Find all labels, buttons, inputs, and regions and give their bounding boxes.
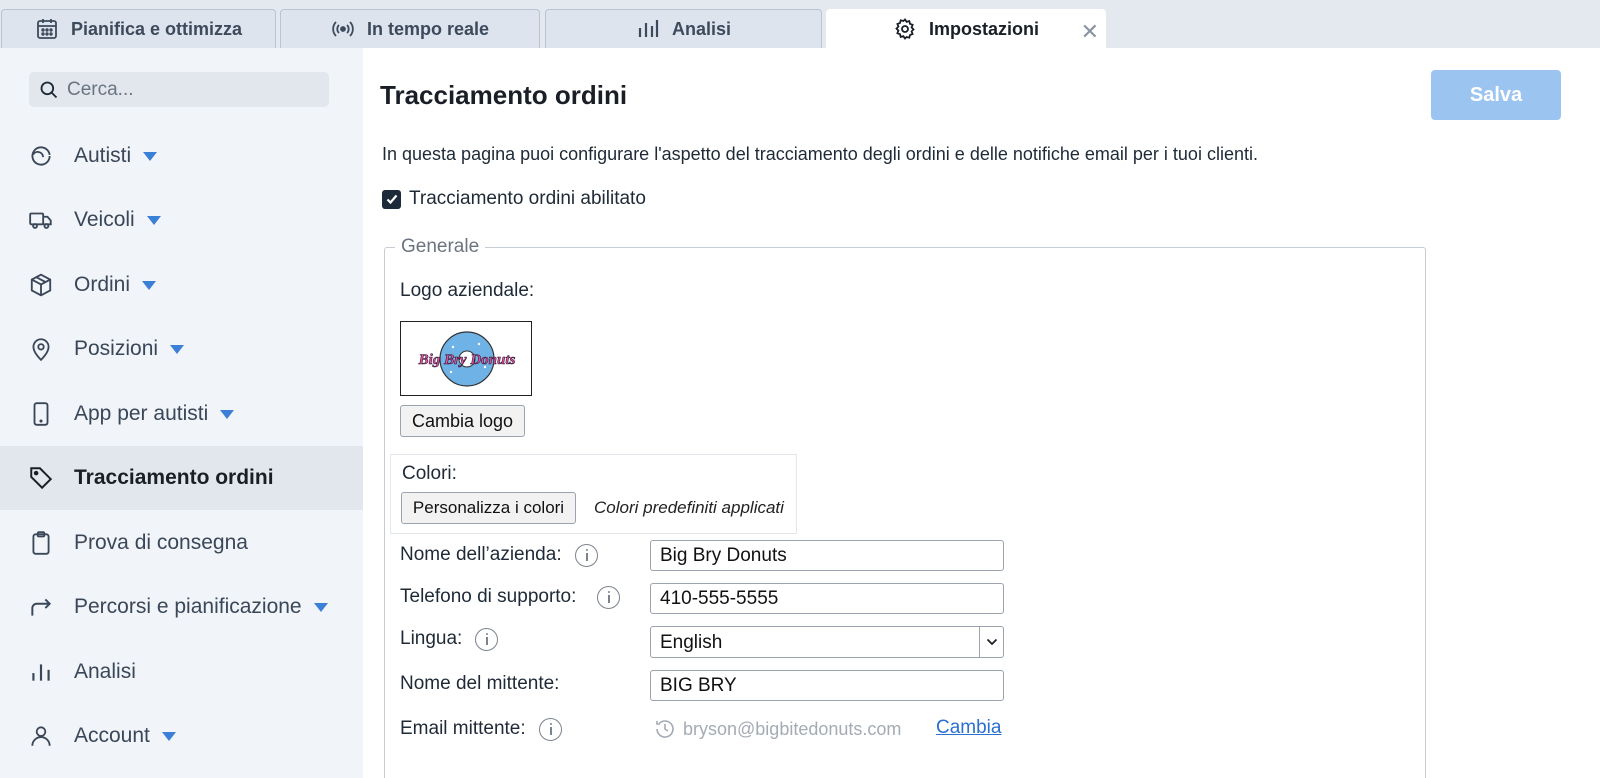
main-content: Tracciamento ordini Salva In questa pagi… — [363, 48, 1600, 778]
sidebar-item-label: Posizioni — [74, 337, 159, 360]
tab-label: In tempo reale — [366, 18, 490, 39]
tracking-enabled-label: Tracciamento ordini abilitato — [409, 188, 646, 209]
sidebar: Autisti Veicoli Ordini Posizioni App per… — [0, 48, 363, 778]
sidebar-item-vehicles[interactable]: Veicoli — [0, 188, 363, 252]
donut-logo-image: Big Bry Donuts — [417, 331, 516, 387]
caret-down-icon — [146, 215, 161, 225]
colors-note: Colori predefiniti applicati — [594, 498, 784, 517]
caret-down-icon — [161, 731, 176, 741]
sender-email-text: bryson@bigbitedonuts.com — [683, 718, 902, 739]
tab-label: Pianifica e ottimizza — [70, 18, 243, 39]
gear-icon — [895, 18, 915, 40]
caret-down-icon — [313, 602, 328, 612]
clock-icon — [656, 720, 674, 738]
intro-text: In questa pagina puoi configurare l'aspe… — [382, 144, 1258, 164]
search-icon — [40, 81, 58, 98]
search-box — [29, 72, 329, 107]
logo-label: Logo aziendale: — [400, 280, 535, 301]
broadcast-icon — [332, 21, 354, 37]
colors-label: Colori: — [402, 463, 457, 484]
sidebar-item-label: Prova di consegna — [74, 531, 248, 554]
support-phone-label: Telefono di supporto: — [400, 586, 577, 607]
info-icon[interactable] — [575, 544, 598, 567]
customize-colors-button[interactable]: Personalizza i colori — [401, 492, 576, 524]
info-icon[interactable] — [539, 718, 562, 741]
steering-wheel-icon — [31, 146, 51, 166]
sidebar-item-label: Autisti — [74, 144, 132, 167]
tab-plan-optimize[interactable]: Pianifica e ottimizza — [1, 9, 276, 48]
tab-realtime[interactable]: In tempo reale — [280, 9, 540, 48]
sidebar-item-proof-of-delivery[interactable]: Prova di consegna — [0, 511, 363, 575]
bar-chart-icon — [32, 664, 50, 681]
company-name-label: Nome dell’azienda: — [400, 544, 562, 565]
sidebar-item-label: Percorsi e pianificazione — [74, 595, 302, 618]
sidebar-item-order-tracking[interactable]: Tracciamento ordini — [0, 446, 363, 510]
tab-bar: Pianifica e ottimizza In tempo reale Ana… — [0, 0, 1600, 48]
sender-name-label: Nome del mittente: — [400, 673, 560, 694]
tab-label: Impostazioni — [928, 18, 1039, 39]
truck-icon — [29, 212, 52, 229]
sidebar-item-orders[interactable]: Ordini — [0, 253, 363, 317]
close-icon[interactable]: ✕ — [1081, 19, 1099, 45]
map-pin-icon — [32, 338, 50, 362]
user-icon — [31, 726, 51, 746]
sidebar-item-analytics[interactable]: Analisi — [0, 640, 363, 704]
sidebar-item-label: Ordini — [74, 273, 131, 296]
tag-icon — [30, 467, 53, 490]
support-phone-input[interactable] — [650, 583, 1004, 614]
caret-down-icon — [170, 344, 185, 354]
tab-label: Analisi — [671, 18, 732, 39]
logo-text: Big Bry Donuts — [418, 352, 516, 368]
clipboard-icon — [32, 531, 50, 555]
tab-analytics[interactable]: Analisi — [545, 9, 822, 48]
sender-email-value: bryson@bigbitedonuts.com — [653, 717, 901, 741]
sidebar-item-locations[interactable]: Posizioni — [0, 317, 363, 381]
tracking-enabled-toggle[interactable]: Tracciamento ordini abilitato — [382, 188, 646, 210]
change-logo-button[interactable]: Cambia logo — [400, 405, 525, 437]
company-logo: Big Bry Donuts — [400, 321, 532, 396]
language-label: Lingua: — [400, 628, 463, 649]
save-button[interactable]: Salva — [1431, 70, 1561, 120]
bar-chart-icon — [638, 20, 659, 37]
page-title: Tracciamento ordini — [380, 80, 628, 110]
route-arrow-icon — [31, 598, 52, 616]
checkmark-icon — [386, 194, 397, 205]
tab-settings[interactable]: Impostazioni ✕ — [826, 9, 1106, 48]
sidebar-item-label: Tracciamento ordini — [74, 466, 274, 489]
company-name-input[interactable] — [650, 540, 1004, 571]
sender-email-label: Email mittente: — [400, 718, 526, 739]
box-icon — [30, 273, 52, 297]
sidebar-item-routes-planning[interactable]: Percorsi e pianificazione — [0, 575, 363, 639]
caret-down-icon — [220, 409, 235, 419]
search-input[interactable] — [67, 78, 307, 101]
chevron-down-icon[interactable] — [979, 627, 1003, 657]
language-selected-value: English — [660, 632, 723, 653]
caret-down-icon — [142, 280, 157, 290]
sidebar-item-account[interactable]: Account — [0, 704, 363, 768]
phone-icon — [33, 402, 49, 426]
sidebar-item-label: Account — [74, 724, 150, 747]
caret-down-icon — [143, 151, 158, 161]
calendar-icon — [37, 19, 57, 39]
sidebar-item-label: Analisi — [74, 660, 136, 683]
sidebar-item-drivers[interactable]: Autisti — [0, 124, 363, 188]
tracking-enabled-checkbox[interactable] — [382, 189, 401, 209]
general-section-legend: Generale — [401, 236, 480, 257]
language-select[interactable]: English — [650, 626, 1004, 658]
sidebar-item-label: Veicoli — [74, 208, 135, 231]
sidebar-item-label: App per autisti — [74, 402, 209, 425]
info-icon[interactable] — [597, 586, 620, 609]
change-email-link[interactable]: Cambia — [936, 717, 1001, 739]
sidebar-item-driver-app[interactable]: App per autisti — [0, 382, 363, 446]
info-icon[interactable] — [475, 628, 498, 651]
sender-name-input[interactable] — [650, 670, 1004, 701]
